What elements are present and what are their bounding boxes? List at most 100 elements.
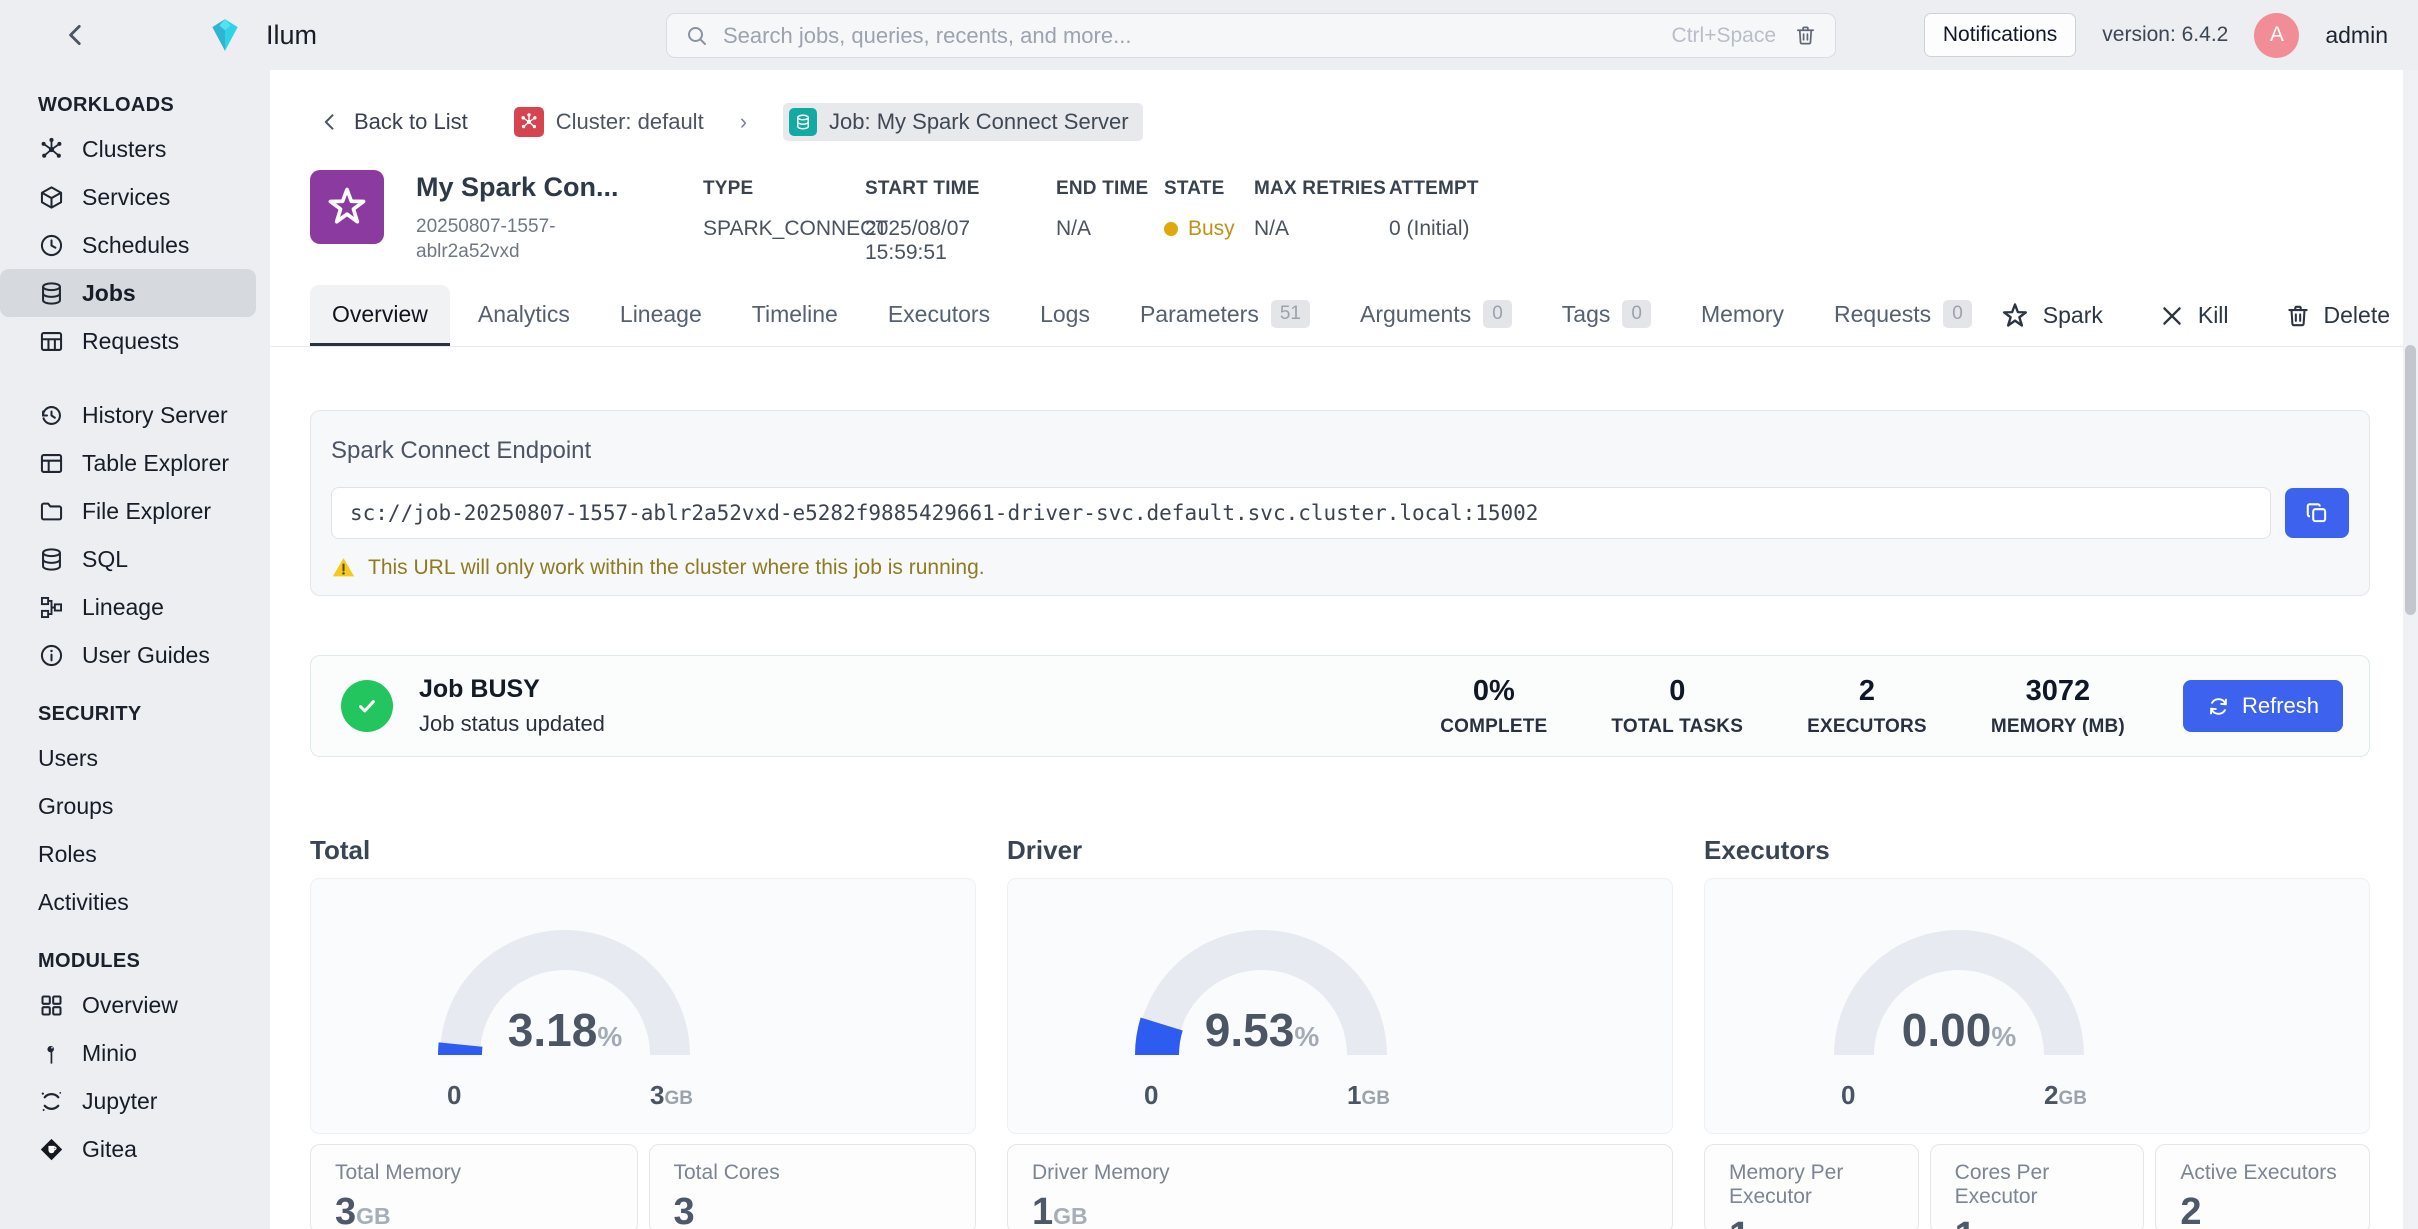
back-chevron-button[interactable] [58, 17, 94, 53]
total-memory-card: Total Memory 3GB [310, 1144, 638, 1229]
tab-parameters[interactable]: Parameters51 [1118, 285, 1332, 346]
executors-gauge-card: 0.00% 0 2GB [1704, 878, 2370, 1134]
sidebar-item-label: Services [82, 184, 170, 211]
clusters-icon [38, 136, 65, 163]
star-icon [324, 184, 370, 230]
job-status-bar: Job BUSY Job status updated 0%COMPLETE 0… [310, 655, 2370, 757]
scrollbar-thumb[interactable] [2405, 345, 2416, 615]
status-title: Job BUSY [419, 675, 605, 704]
sidebar-item-schedules[interactable]: Schedules [0, 221, 256, 269]
user-guides-icon [38, 642, 65, 669]
job-field-state: STATE Busy [1164, 178, 1254, 265]
job-fields: TYPE SPARK_CONNECT START TIME 2025/08/07… [703, 178, 1479, 265]
sidebar-item-groups[interactable]: Groups [0, 782, 256, 830]
tab-logs[interactable]: Logs [1018, 285, 1112, 346]
tab-timeline[interactable]: Timeline [730, 285, 860, 346]
tab-analytics[interactable]: Analytics [456, 285, 592, 346]
version-label: version: 6.4.2 [2102, 23, 2228, 47]
refresh-button[interactable]: Refresh [2183, 680, 2343, 732]
total-section-title: Total [310, 835, 976, 866]
sidebar-item-activities[interactable]: Activities [0, 878, 256, 926]
tab-executors[interactable]: Executors [866, 285, 1012, 346]
kill-button[interactable]: Kill [2159, 302, 2229, 329]
tab-arguments[interactable]: Arguments0 [1338, 285, 1534, 346]
clear-search-trash-icon[interactable] [1794, 24, 1817, 47]
tab-lineage[interactable]: Lineage [598, 285, 724, 346]
resource-dashboard: Total 3.18% 0 3GB Total Memory [310, 835, 2370, 1229]
executors-column: Executors 0.00% 0 2GB Memory Per Execu [1704, 835, 2370, 1229]
sidebar-item-minio[interactable]: Minio [0, 1029, 256, 1077]
user-avatar[interactable]: A [2254, 13, 2299, 58]
copy-icon [2304, 500, 2330, 526]
search-shortcut: Ctrl+Space [1672, 24, 1776, 48]
breadcrumb: Back to List Cluster: default › Job: My … [320, 100, 1143, 144]
sidebar-item-history-server[interactable]: History Server [0, 391, 256, 439]
sidebar-item-roles[interactable]: Roles [0, 830, 256, 878]
sidebar-item-lineage[interactable]: Lineage [0, 583, 256, 631]
sidebar-item-requests[interactable]: Requests [0, 317, 256, 365]
stat-total-tasks: 0TOTAL TASKS [1611, 675, 1743, 738]
sidebar-item-file-explorer[interactable]: File Explorer [0, 487, 256, 535]
tab-tags[interactable]: Tags0 [1540, 285, 1673, 346]
delete-trash-icon [2285, 303, 2311, 329]
sidebar-item-label: File Explorer [82, 498, 211, 525]
notifications-button[interactable]: Notifications [1924, 13, 2076, 57]
copy-url-button[interactable] [2285, 488, 2349, 538]
sidebar-item-users[interactable]: Users [0, 734, 256, 782]
breadcrumb-back-link[interactable]: Back to List [320, 109, 468, 135]
executors-gauge: 0.00% 0 2GB [1809, 905, 2109, 1111]
sidebar-item-label: User Guides [82, 642, 210, 669]
main-content: Back to List Cluster: default › Job: My … [270, 70, 2418, 1229]
refresh-icon [2207, 695, 2230, 718]
sidebar-item-label: Minio [82, 1040, 137, 1067]
requests-count-badge: 0 [1943, 300, 1972, 328]
driver-column: Driver 9.53% 0 1GB Driver Memory [1007, 835, 1673, 1229]
search-icon [685, 24, 709, 48]
sidebar-item-sql[interactable]: SQL [0, 535, 256, 583]
endpoint-title: Spark Connect Endpoint [331, 437, 2349, 465]
status-badge: Busy [1188, 217, 1235, 241]
driver-gauge: 9.53% 0 1GB [1112, 905, 1412, 1111]
tabs-bar: Overview Analytics Lineage Timeline Exec… [270, 285, 2418, 347]
sidebar-item-jupyter[interactable]: Jupyter [0, 1077, 256, 1125]
sidebar-item-table-explorer[interactable]: Table Explorer [0, 439, 256, 487]
tab-overview[interactable]: Overview [310, 285, 450, 346]
minio-icon [38, 1040, 65, 1067]
chevron-left-icon [63, 22, 89, 48]
tab-requests[interactable]: Requests0 [1812, 285, 1994, 346]
total-cores-card: Total Cores 3 [649, 1144, 977, 1229]
sidebar-item-gitea[interactable]: Gitea [0, 1125, 256, 1173]
endpoint-url-field[interactable]: sc://job-20250807-1557-ablr2a52vxd-e5282… [331, 487, 2271, 539]
sidebar-item-label: Gitea [82, 1136, 137, 1163]
spark-button[interactable]: Spark [2000, 301, 2103, 331]
sql-icon [38, 546, 65, 573]
total-gauge-card: 3.18% 0 3GB [310, 878, 976, 1134]
sidebar-section-modules: MODULES [38, 950, 270, 973]
sidebar-item-user-guides[interactable]: User Guides [0, 631, 256, 679]
delete-button[interactable]: Delete [2285, 302, 2390, 329]
sidebar-item-label: Schedules [82, 232, 189, 259]
search-placeholder: Search jobs, queries, recents, and more.… [723, 23, 1672, 49]
global-search-input[interactable]: Search jobs, queries, recents, and more.… [666, 13, 1836, 58]
history-icon [38, 402, 65, 429]
breadcrumb-cluster-link[interactable]: Cluster: default [514, 107, 704, 137]
endpoint-warning: This URL will only work within the clust… [331, 555, 2349, 580]
scrollbar-track[interactable] [2403, 70, 2418, 1229]
sidebar-item-label: History Server [82, 402, 228, 429]
tab-memory[interactable]: Memory [1679, 285, 1806, 346]
username-label[interactable]: admin [2325, 22, 2388, 49]
sidebar-item-services[interactable]: Services [0, 173, 256, 221]
schedules-icon [38, 232, 65, 259]
job-field-max-retries: MAX RETRIES N/A [1254, 178, 1389, 265]
parameters-count-badge: 51 [1271, 300, 1310, 328]
tab-actions: Spark Kill Delete [2000, 285, 2418, 346]
sidebar-item-label: Overview [82, 992, 178, 1019]
sidebar-item-clusters[interactable]: Clusters [0, 125, 256, 173]
driver-section-title: Driver [1007, 835, 1673, 866]
breadcrumb-job-chip[interactable]: Job: My Spark Connect Server [783, 103, 1143, 141]
job-database-icon [789, 108, 817, 136]
sidebar-item-overview-module[interactable]: Overview [0, 981, 256, 1029]
kill-x-icon [2159, 303, 2185, 329]
sidebar-item-jobs[interactable]: Jobs [0, 269, 256, 317]
breadcrumb-separator-chevron: › [740, 109, 747, 135]
